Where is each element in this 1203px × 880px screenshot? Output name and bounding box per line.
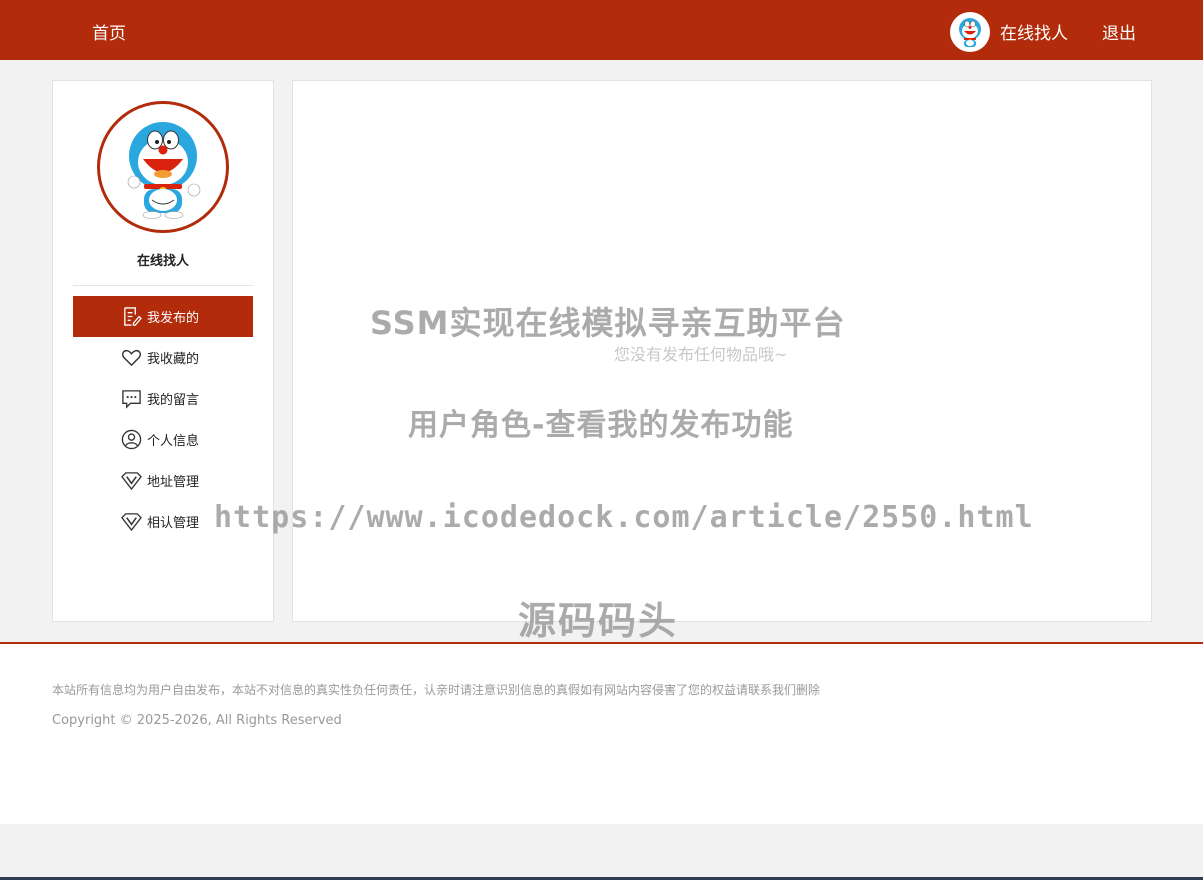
nav-home-link[interactable]: 首页 — [92, 19, 126, 44]
avatar[interactable] — [950, 12, 990, 52]
logout-link[interactable]: 退出 — [1102, 19, 1136, 44]
sidebar-item-my-posts[interactable]: 我发布的 — [73, 296, 253, 337]
sidebar-item-label: 个人信息 — [147, 434, 200, 449]
sidebar-item-profile[interactable]: 个人信息 — [73, 419, 253, 460]
page-footer: 本站所有信息均为用户自由发布，本站不对信息的真实性负任何责任，认亲时请注意识别信… — [0, 642, 1203, 824]
sidebar-item-messages[interactable]: 我的留言 — [73, 378, 253, 419]
watermark-subtitle: 用户角色-查看我的发布功能 — [408, 408, 794, 443]
diamond-v-icon — [121, 511, 142, 532]
top-navbar: 首页 在线找人 退出 — [0, 0, 1203, 60]
document-edit-icon — [121, 306, 142, 327]
divider — [73, 285, 254, 286]
footer-copyright: Copyright © 2025-2026, All Rights Reserv… — [52, 713, 342, 728]
sidebar-item-label: 我的留言 — [147, 393, 200, 408]
sidebar-item-label: 相认管理 — [147, 516, 200, 531]
user-sidebar: 在线找人 我发布的 我收藏的 我的留言 个人信息 地址管理 相认管理 — [52, 80, 274, 622]
watermark-url: https://www.icodedock.com/article/2550.h… — [214, 500, 1034, 535]
watermark-title: SSM实现在线模拟寻亲互助平台 — [370, 304, 846, 342]
diamond-v-icon — [121, 470, 142, 491]
sidebar-item-label: 我收藏的 — [147, 352, 200, 367]
header-username[interactable]: 在线找人 — [1000, 19, 1068, 44]
doraemon-profile-icon — [127, 122, 201, 219]
sidebar-item-label: 地址管理 — [147, 475, 200, 490]
sidebar-username: 在线找人 — [136, 254, 189, 269]
sidebar-item-favorites[interactable]: 我收藏的 — [73, 337, 253, 378]
sidebar-item-address[interactable]: 地址管理 — [73, 460, 253, 501]
user-icon — [121, 429, 142, 450]
heart-icon — [121, 347, 142, 368]
footer-disclaimer: 本站所有信息均为用户自由发布，本站不对信息的真实性负任何责任，认亲时请注意识别信… — [52, 683, 821, 697]
empty-state-message: 您没有发布任何物品哦~ — [614, 345, 788, 364]
chat-bubble-icon — [121, 388, 142, 409]
sidebar-item-label: 我发布的 — [147, 311, 200, 326]
watermark-brand: 源码码头 — [518, 599, 679, 643]
profile-avatar — [97, 101, 229, 233]
doraemon-avatar-icon — [959, 18, 981, 47]
